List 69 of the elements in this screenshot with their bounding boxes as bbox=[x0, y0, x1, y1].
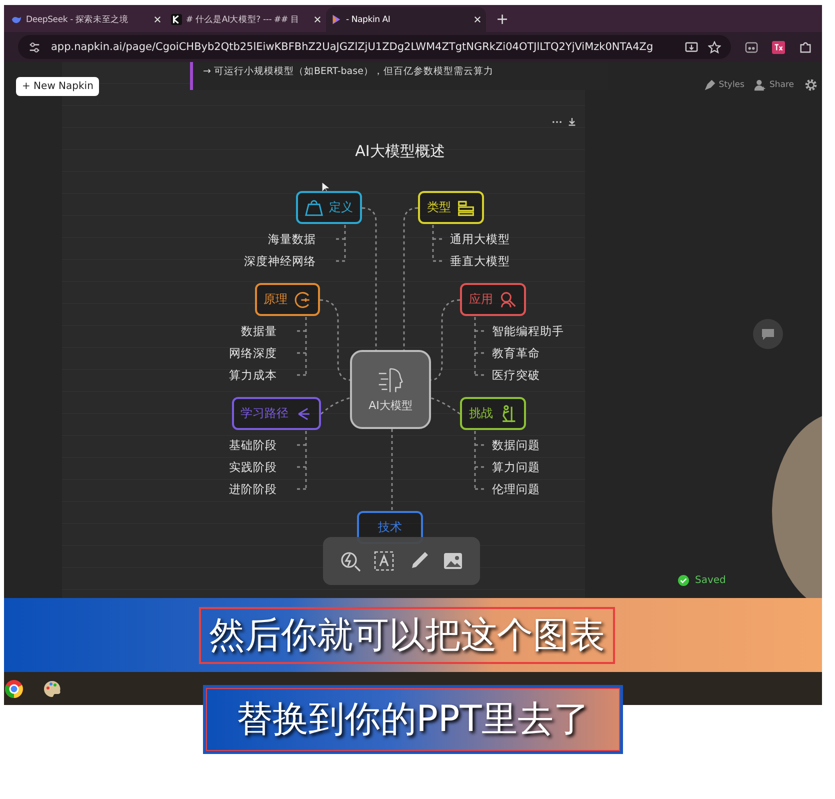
connector-line bbox=[320, 397, 350, 415]
branch-item: 数据问题 bbox=[492, 437, 540, 454]
branch-item: 医疗突破 bbox=[492, 367, 540, 384]
comment-button[interactable] bbox=[753, 319, 783, 349]
branch-item: 进阶阶段 bbox=[229, 481, 277, 498]
connector-line bbox=[334, 224, 346, 262]
new-napkin-button[interactable]: + New Napkin bbox=[16, 77, 100, 96]
ai-head-icon bbox=[376, 366, 404, 394]
palette-icon[interactable] bbox=[42, 678, 62, 698]
subtitle-text: 替换到你的PPT里去了 bbox=[205, 687, 621, 752]
branch-item: 深度神经网络 bbox=[244, 253, 316, 270]
center-node: AI大模型 bbox=[350, 350, 431, 429]
browser-tab[interactable]: - Napkin AI bbox=[326, 7, 486, 32]
add-person-icon bbox=[754, 79, 766, 91]
more-icon[interactable] bbox=[552, 120, 562, 124]
star-icon[interactable] bbox=[708, 40, 721, 54]
share-button[interactable]: Share bbox=[754, 79, 794, 91]
bolt-search-icon[interactable] bbox=[339, 550, 362, 572]
browser-tab[interactable]: # 什么是AI大模型? --- ## 目 bbox=[166, 7, 326, 32]
styles-button[interactable]: Styles bbox=[704, 79, 744, 91]
browser-icon[interactable] bbox=[4, 678, 24, 698]
subtitle-text: 然后你就可以把这个图表 bbox=[199, 606, 615, 664]
cursor-icon bbox=[322, 182, 330, 194]
close-icon[interactable] bbox=[474, 16, 481, 23]
letter-icon bbox=[171, 14, 182, 25]
branch-node: 定义 bbox=[296, 191, 362, 224]
extension-icon[interactable] bbox=[772, 40, 785, 54]
napkin-icon bbox=[331, 14, 342, 25]
brush-icon bbox=[704, 79, 716, 91]
new-tab-button[interactable]: + bbox=[496, 10, 509, 28]
branch-item: 算力问题 bbox=[492, 459, 540, 476]
branch-node: 学习路径 bbox=[232, 397, 321, 430]
branch-item: 伦理问题 bbox=[492, 481, 540, 498]
connector-line bbox=[430, 397, 460, 415]
branch-item: 教育革命 bbox=[492, 345, 540, 362]
branch-item: 实践阶段 bbox=[229, 459, 277, 476]
image-icon[interactable] bbox=[442, 550, 464, 572]
diagram-title: AI大模型概述 bbox=[354, 142, 446, 161]
magnifier-person-icon bbox=[499, 290, 517, 308]
branch-item: 垂直大模型 bbox=[450, 253, 510, 270]
close-icon[interactable] bbox=[314, 16, 321, 23]
branch-node: 应用 bbox=[460, 283, 526, 316]
branch-item: 算力成本 bbox=[229, 367, 277, 384]
branch-item: 通用大模型 bbox=[450, 231, 510, 248]
site-settings-icon bbox=[28, 40, 41, 54]
bars-icon bbox=[457, 198, 475, 216]
connector-line bbox=[295, 316, 307, 376]
save-status: Saved bbox=[678, 575, 726, 586]
text-box-icon[interactable] bbox=[373, 550, 396, 572]
download-icon[interactable] bbox=[568, 118, 576, 126]
branch-item: 海量数据 bbox=[268, 231, 316, 248]
branch-node: 挑战 bbox=[460, 397, 526, 430]
branch-node: 原理 bbox=[255, 283, 320, 316]
check-icon bbox=[678, 575, 689, 586]
extension-icon[interactable] bbox=[745, 40, 758, 54]
connector-line bbox=[295, 430, 307, 490]
install-icon[interactable] bbox=[685, 40, 698, 54]
puzzle-icon[interactable] bbox=[799, 40, 812, 54]
close-icon[interactable] bbox=[154, 16, 161, 23]
address-field[interactable]: app.napkin.ai/page/CgoiCHByb2Qtb25lEiwKBFBhZ2UaJGZlZjU1ZDg2LWM4ZTgtNGRkZi04OTJlLTQ2YjViMzk0NTA4Zg bbox=[18, 35, 731, 59]
whale-icon bbox=[11, 14, 22, 25]
branch-item: 数据量 bbox=[241, 323, 277, 340]
branch-node: 类型 bbox=[418, 191, 484, 224]
browser-tab[interactable]: DeepSeek - 探索未至之境 bbox=[6, 7, 166, 32]
weight-icon bbox=[305, 198, 323, 216]
branch-item: 基础阶段 bbox=[229, 437, 277, 454]
branch-item: 智能编程助手 bbox=[492, 323, 564, 340]
settings-icon[interactable] bbox=[804, 78, 818, 92]
branch-item: 网络深度 bbox=[229, 345, 277, 362]
